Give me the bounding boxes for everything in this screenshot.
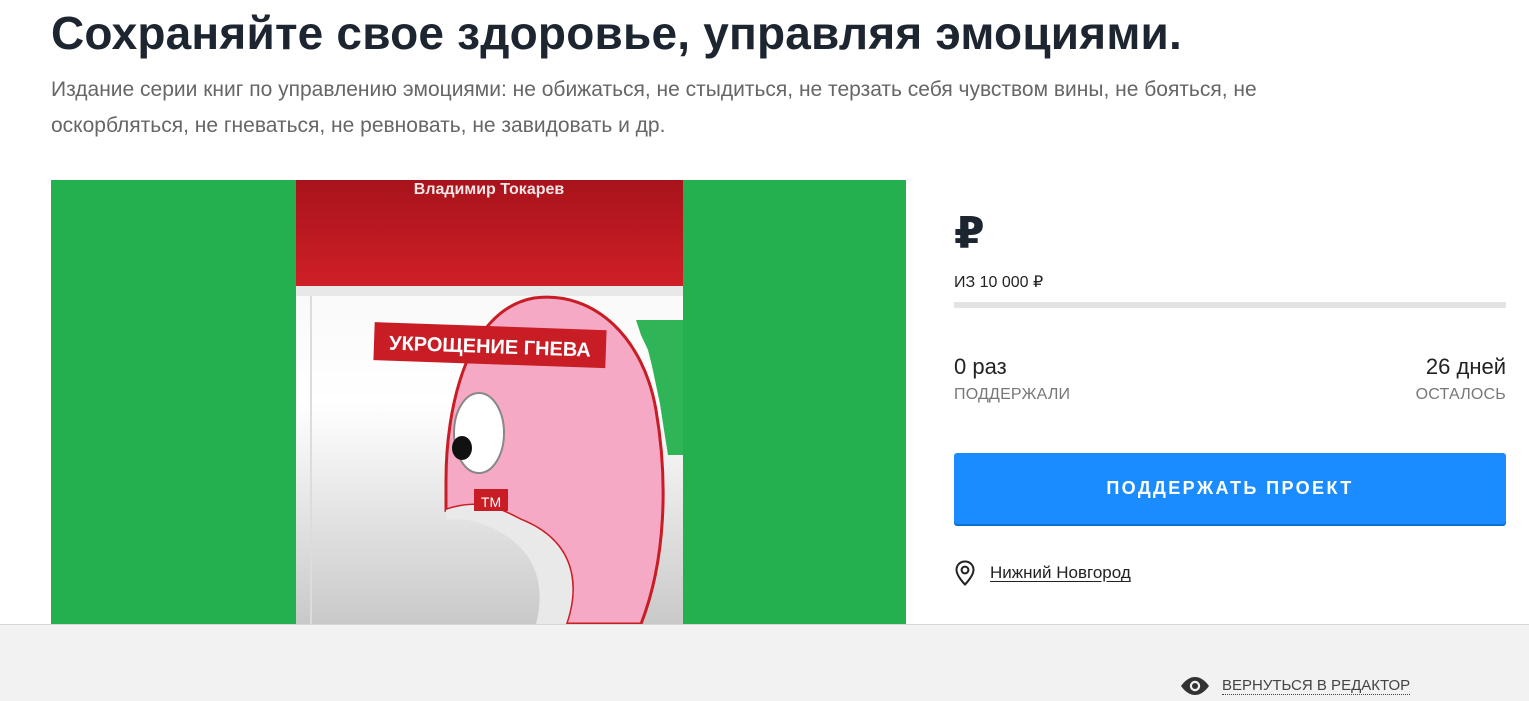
eye-icon	[1181, 677, 1209, 695]
page-title: Сохраняйте свое здоровье, управляя эмоци…	[51, 7, 1183, 59]
supporters-label: ПОДДЕРЖАЛИ	[954, 386, 1071, 403]
project-location: Нижний Новгород	[954, 560, 1131, 586]
location-link[interactable]: Нижний Новгород	[990, 563, 1131, 583]
editor-bar: ВЕРНУТЬСЯ В РЕДАКТОР	[0, 624, 1529, 701]
support-project-button[interactable]: ПОДДЕРЖАТЬ ПРОЕКТ	[954, 453, 1506, 524]
book-cover: Владимир Токарев УКРОЩЕНИЕ ГНЕВА ТМ	[296, 180, 683, 624]
days-left-count: 26 дней	[1425, 354, 1506, 379]
page-subtitle: Издание серии книг по управлению эмоциям…	[51, 78, 1257, 137]
book-trademark: ТМ	[481, 494, 501, 510]
days-left-stat: 26 дней ОСТАЛОСЬ	[1416, 356, 1506, 404]
map-pin-icon	[955, 560, 975, 586]
days-left-label: ОСТАЛОСЬ	[1415, 386, 1506, 403]
book-author: Владимир Токарев	[414, 181, 565, 198]
raised-amount: ₽	[954, 209, 985, 258]
supporters-stat: 0 раз ПОДДЕРЖАЛИ	[954, 356, 1070, 404]
back-to-editor-link[interactable]: ВЕРНУТЬСЯ В РЕДАКТОР	[1180, 677, 1411, 695]
funding-goal: ИЗ 10 000 ₽	[954, 274, 1044, 291]
project-cover-image: Владимир Токарев УКРОЩЕНИЕ ГНЕВА ТМ	[51, 180, 906, 624]
supporters-count: 0 раз	[954, 354, 1007, 379]
funding-progress-bar	[954, 302, 1506, 308]
back-to-editor-label[interactable]: ВЕРНУТЬСЯ В РЕДАКТОР	[1222, 677, 1411, 695]
